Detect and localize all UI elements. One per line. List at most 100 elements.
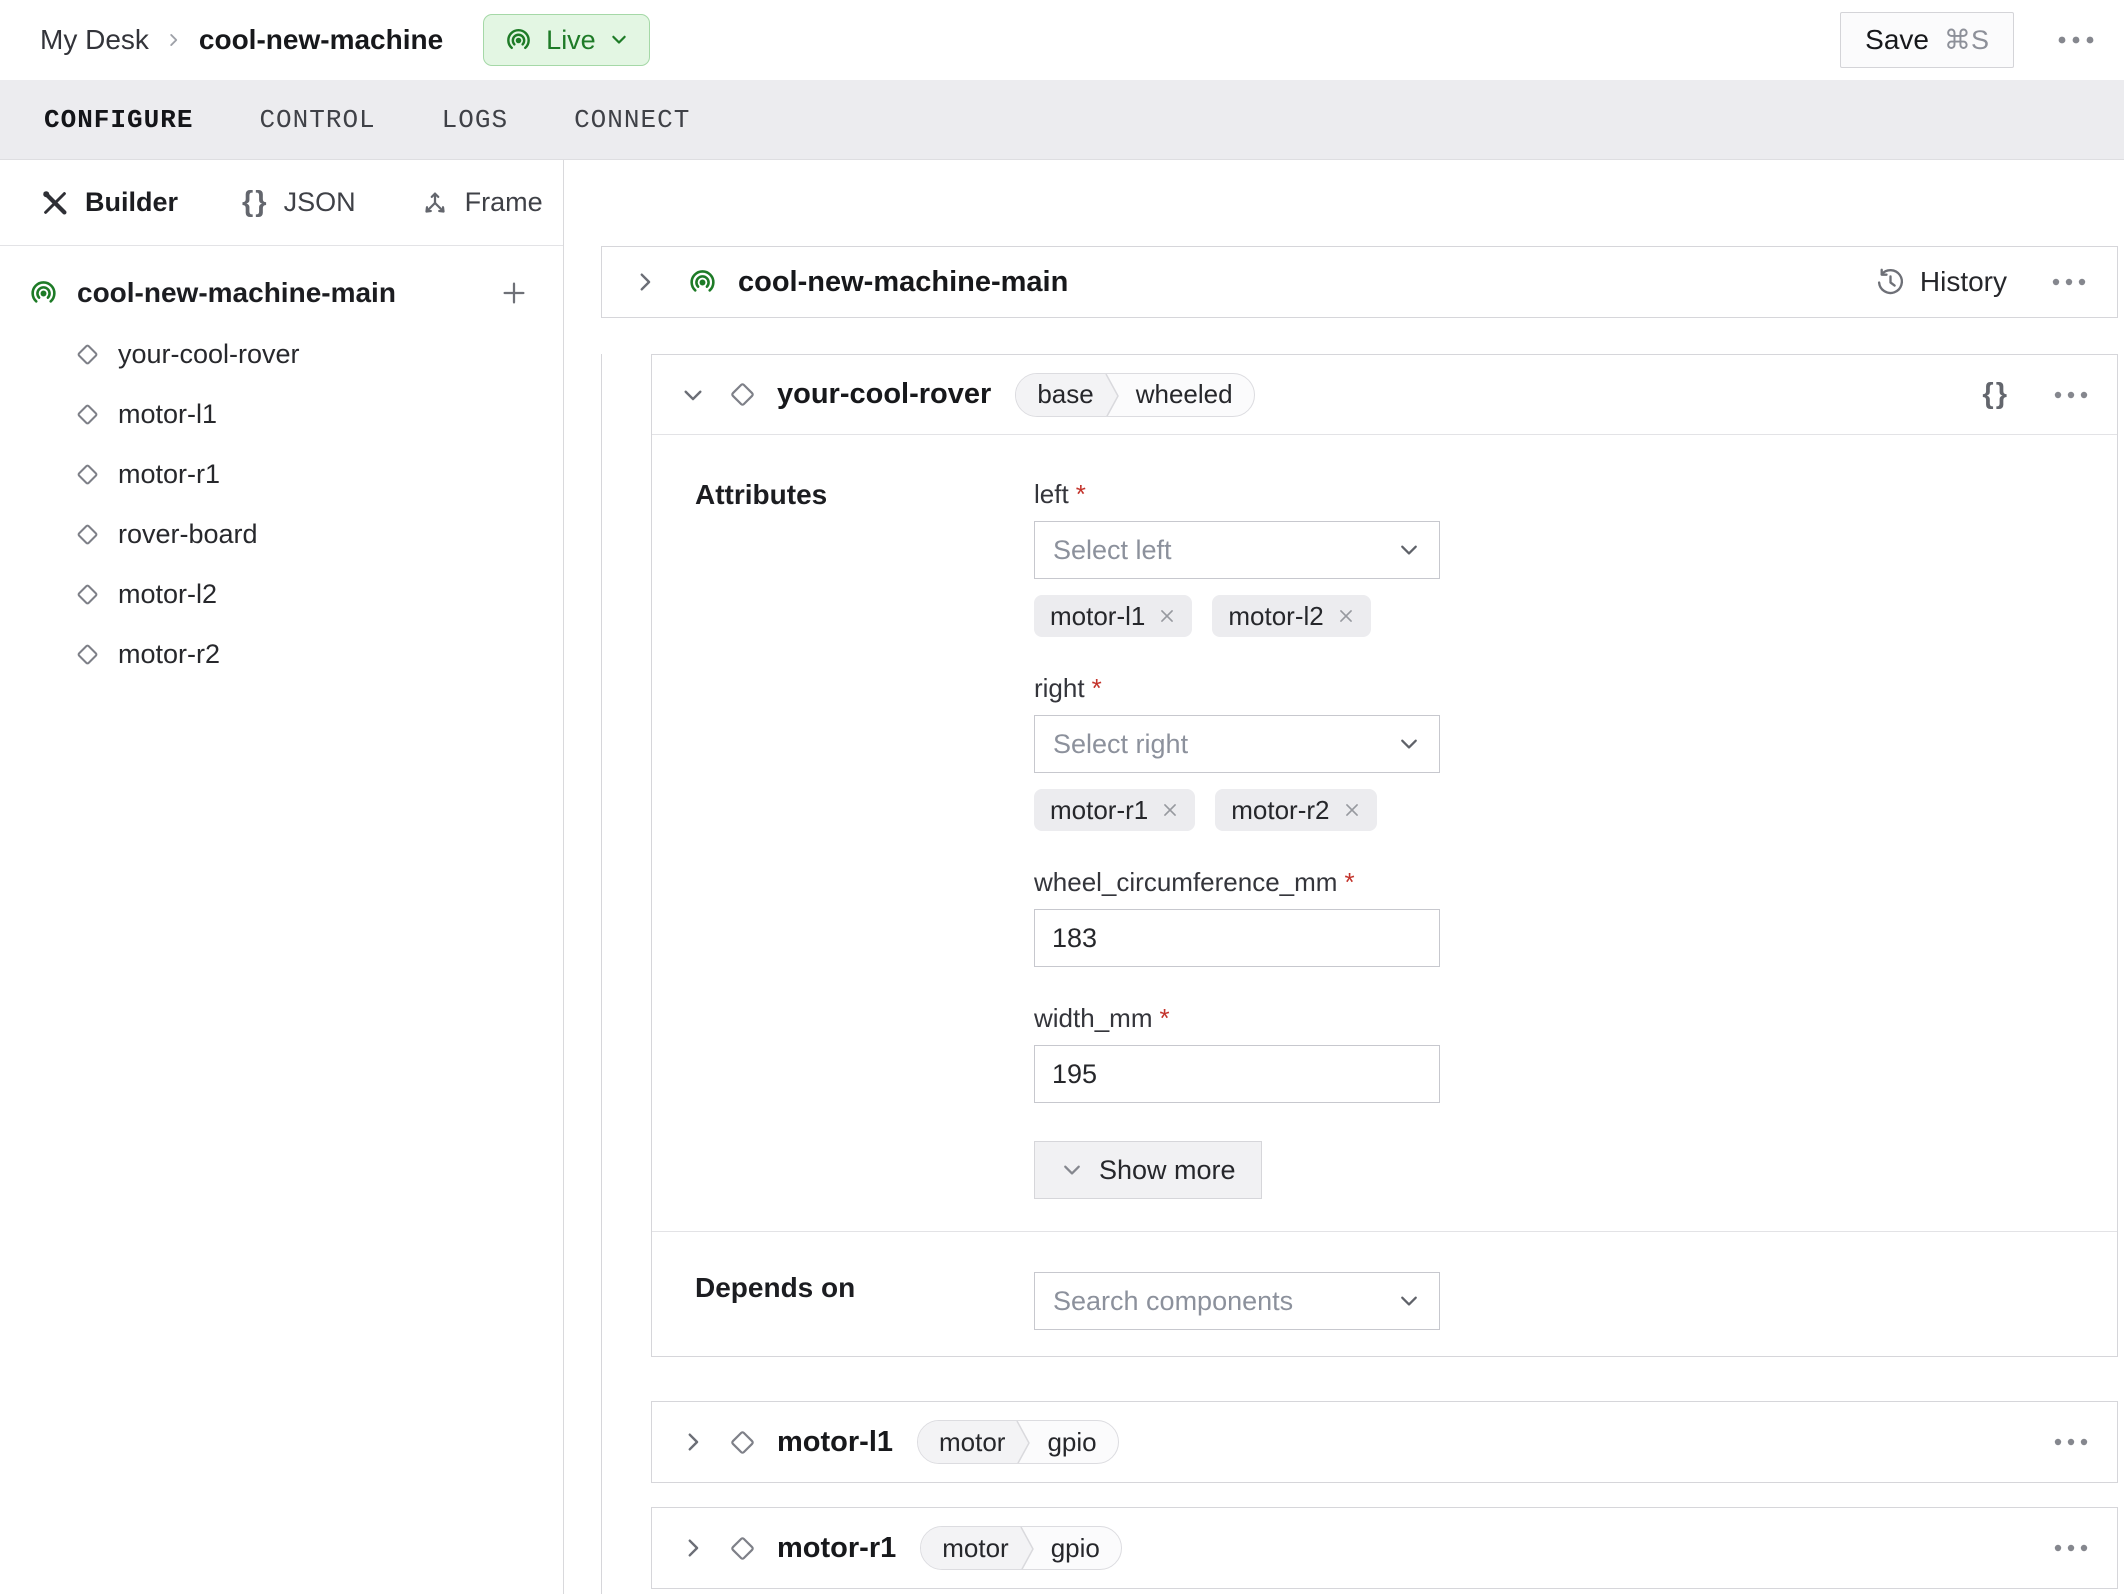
pill-model-label: gpio [1050, 1532, 1100, 1563]
part-header-card: cool-new-machine-main History [601, 246, 2118, 318]
mode-json-label: JSON [283, 187, 356, 217]
motor-r1-header: motor-r1 motor gpio [652, 1508, 2117, 1588]
live-status-badge[interactable]: Live [483, 14, 650, 66]
pill-divider [1101, 373, 1122, 416]
close-icon[interactable] [1337, 607, 1355, 625]
chip-label: motor-r1 [1050, 794, 1149, 825]
close-icon[interactable] [1343, 801, 1361, 819]
chevron-down-icon [609, 30, 629, 50]
save-button[interactable]: Save ⌘S [1840, 12, 2014, 68]
attributes-label-col: Attributes [652, 479, 1034, 1199]
field-label-text: right [1034, 673, 1085, 703]
rover-card-title: your-cool-rover [777, 378, 992, 410]
braces-icon[interactable]: {} [1982, 378, 2009, 411]
tab-connect[interactable]: CONNECT [574, 105, 690, 135]
component-diamond-icon [74, 641, 101, 668]
live-status-label: Live [546, 24, 596, 55]
depends-on-select[interactable]: Search components [1034, 1272, 1440, 1330]
chip-label: motor-l2 [1228, 600, 1324, 631]
chip-motor-r1: motor-r1 [1034, 789, 1196, 831]
tree-item-rover-board[interactable]: rover-board [0, 504, 563, 564]
component-diamond-icon [74, 461, 101, 488]
tree-item-motor-r1[interactable]: motor-r1 [0, 444, 563, 504]
left-select[interactable]: Select left [1034, 521, 1440, 579]
chip-motor-l2: motor-l2 [1212, 595, 1371, 637]
tab-control[interactable]: CONTROL [259, 105, 375, 135]
motor-l1-menu-ellipsis-icon[interactable] [2053, 1436, 2089, 1448]
tree-item-motor-r2[interactable]: motor-r2 [0, 624, 563, 684]
right-select[interactable]: Select right [1034, 715, 1440, 773]
left-select-placeholder: Select left [1053, 534, 1172, 565]
part-header-actions: History [1874, 266, 2087, 299]
chevron-down-icon[interactable] [680, 382, 706, 408]
content: Builder {} JSON Frame cool-new-machine-m… [0, 160, 2124, 1594]
close-icon[interactable] [1161, 801, 1179, 819]
braces-icon: {} [242, 186, 269, 218]
chevron-right-icon[interactable] [680, 1429, 706, 1455]
field-left-label: left * [1034, 479, 1440, 509]
frame-axes-icon [420, 188, 450, 218]
tree-item-motor-l2[interactable]: motor-l2 [0, 564, 563, 624]
component-type-pill: motor gpio [917, 1420, 1119, 1464]
tab-configure[interactable]: CONFIGURE [44, 105, 193, 135]
tree-item-label: your-cool-rover [118, 338, 300, 369]
chevron-down-icon [1397, 732, 1421, 756]
mode-frame-label: Frame [464, 187, 543, 217]
rover-card-actions: {} [1982, 378, 2089, 411]
live-broadcast-icon [504, 26, 533, 55]
chevron-right-icon[interactable] [632, 269, 658, 295]
part-menu-ellipsis-icon[interactable] [2051, 276, 2087, 288]
field-right-label: right * [1034, 673, 1440, 703]
component-diamond-icon [74, 521, 101, 548]
depends-on-heading: Depends on [695, 1272, 856, 1303]
pill-model-label: gpio [1047, 1426, 1097, 1457]
breadcrumb-current: cool-new-machine [198, 24, 444, 55]
field-width-label: width_mm * [1034, 1003, 1440, 1033]
rover-menu-ellipsis-icon[interactable] [2053, 389, 2089, 401]
component-diamond-icon [74, 341, 101, 368]
mode-frame[interactable]: Frame [420, 187, 543, 218]
mode-builder[interactable]: Builder [40, 187, 178, 218]
overflow-menu-ellipsis-icon[interactable] [2056, 34, 2096, 46]
breadcrumb-parent[interactable]: My Desk [40, 24, 149, 56]
attributes-section: Attributes left * Select left motor-l1 m… [652, 435, 2117, 1231]
chevron-right-icon[interactable] [680, 1535, 706, 1561]
close-icon[interactable] [1158, 607, 1176, 625]
component-diamond-icon [74, 581, 101, 608]
mode-json[interactable]: {} JSON [242, 186, 356, 219]
sidebar: Builder {} JSON Frame cool-new-machine-m… [0, 160, 564, 1594]
field-wheel-circumference: wheel_circumference_mm * [1034, 867, 1440, 967]
right-select-placeholder: Select right [1053, 728, 1189, 759]
required-marker: * [1091, 673, 1102, 703]
width-input[interactable] [1034, 1045, 1440, 1103]
add-component-plus-icon[interactable] [499, 278, 529, 308]
history-button[interactable]: History [1874, 266, 2007, 299]
chevron-down-icon [1397, 1289, 1421, 1313]
tree-item-label: motor-r1 [118, 458, 221, 489]
component-diamond-icon [727, 1427, 758, 1458]
save-button-label: Save [1865, 24, 1929, 55]
show-more-button[interactable]: Show more [1034, 1141, 1262, 1199]
pill-type-label: base [1016, 373, 1102, 416]
wheel-circumference-input[interactable] [1034, 909, 1440, 967]
tree-item-your-cool-rover[interactable]: your-cool-rover [0, 324, 563, 384]
pill-type-label: motor [921, 1527, 1017, 1569]
tree-root-machine-part[interactable]: cool-new-machine-main [0, 262, 563, 324]
tree-item-motor-l1[interactable]: motor-l1 [0, 384, 563, 444]
part-title: cool-new-machine-main [738, 265, 1069, 298]
field-width: width_mm * [1034, 1003, 1440, 1103]
tab-logs[interactable]: LOGS [442, 105, 508, 135]
machine-part-icon [687, 267, 718, 298]
history-clock-icon [1874, 266, 1907, 299]
pill-divider [1016, 1527, 1037, 1569]
pill-divider [1013, 1421, 1033, 1463]
chip-motor-l1: motor-l1 [1034, 595, 1193, 637]
tabbar: CONFIGURE CONTROL LOGS CONNECT [0, 80, 2124, 160]
motor-r1-menu-ellipsis-icon[interactable] [2053, 1542, 2089, 1554]
tools-icon [40, 188, 70, 218]
tree-item-label: motor-l2 [118, 578, 218, 609]
component-diamond-icon [74, 401, 101, 428]
chip-motor-r2: motor-r2 [1215, 789, 1377, 831]
tree-item-label: motor-r2 [118, 638, 221, 669]
field-right: right * Select right motor-r1 motor-r2 [1034, 673, 1440, 831]
